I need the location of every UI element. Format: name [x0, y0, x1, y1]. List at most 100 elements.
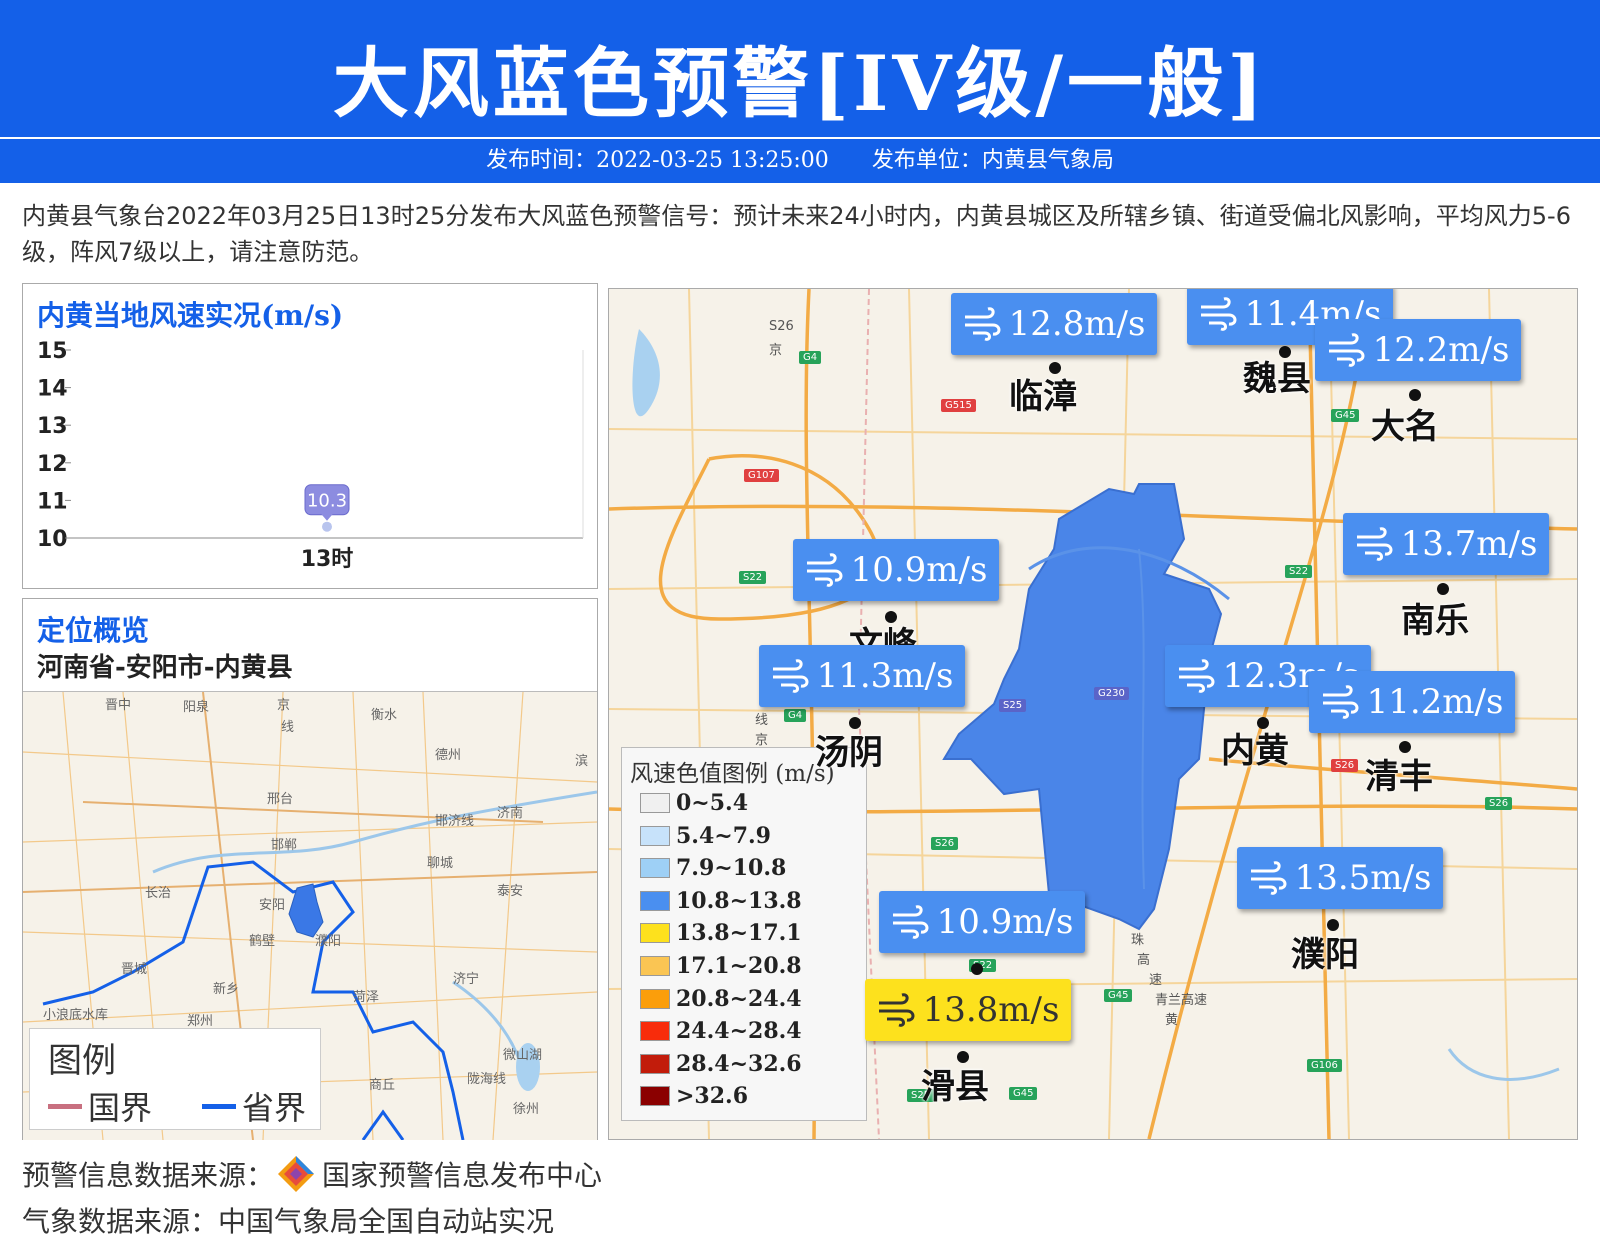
legend-item-province-border: 省界 [202, 1083, 306, 1129]
legend-label: 13.8~17.1 [676, 920, 802, 947]
legend-swatch [640, 923, 670, 944]
station-wind-value: 13.5m/s [1294, 858, 1432, 898]
station-city-label: 汤阴 [815, 733, 883, 773]
location-panel: 定位概览 河南省-安阳市-内黄县 晋中 阳泉 衡水 德州 邢台 邯郸 济南 聊城 长治 安阳鹤 [22, 598, 598, 1140]
wind-icon [806, 553, 843, 587]
wind-chart-panel: 内黄当地风速实况(m/s) 15 14 13 12 11 10 13时 10.3 [22, 283, 598, 589]
publish-time: 发布时间：2022-03-25 13:25:00 [486, 148, 829, 173]
road-label: 青兰高速 [1155, 993, 1208, 1008]
overview-map-label: 阳泉 [183, 700, 210, 715]
road-label: 珠 [1131, 933, 1145, 948]
legend-row: >32.6 [640, 1081, 748, 1111]
publish-info-bar: 发布时间：2022-03-25 13:25:00 发布单位：内黄县气象局 [0, 139, 1600, 183]
road-label: G45 [1104, 989, 1133, 1002]
overview-map-label: 晋城 [121, 962, 148, 977]
station-city-label: 南乐 [1401, 601, 1469, 641]
warning-source-org: 国家预警信息发布中心 [322, 1159, 603, 1192]
overview-map-label: 小浪底水库 [43, 1008, 109, 1023]
warning-description: 内黄县气象台2022年03月25日13时25分发布大风蓝色预警信号：预计未来24… [22, 202, 1571, 266]
station-wind-box[interactable]: 11.2m/s [1309, 671, 1515, 733]
station-wind-value: 11.2m/s [1366, 682, 1504, 722]
legend-row: 5.4~7.9 [640, 821, 771, 851]
wind-icon [878, 993, 915, 1027]
overview-map-label: 晋中 [105, 698, 132, 713]
legend-label: 7.9~10.8 [676, 855, 787, 882]
legend-row: 13.8~17.1 [640, 918, 802, 948]
legend-swatch [640, 1086, 670, 1107]
legend-swatch [640, 858, 670, 879]
legend-label: >32.6 [676, 1083, 749, 1110]
y-tick-label: 15 [37, 339, 68, 364]
legend-row: 24.4~28.4 [640, 1016, 802, 1046]
station-wind-value: 10.9m/s [936, 902, 1074, 942]
data-label-bubble: 10.3 [304, 484, 350, 521]
station-wind-value: 10.9m/s [850, 550, 988, 590]
road-label: S22 [739, 571, 767, 584]
y-tick-label: 11 [37, 489, 68, 514]
warning-title: 大风蓝色预警[IV级/一般] [332, 39, 1268, 128]
data-label-pointer [321, 513, 333, 521]
legend-swatch [640, 1053, 670, 1074]
overview-map-label: 徐州 [513, 1102, 540, 1117]
warning-source-label: 预警信息数据来源： [22, 1159, 275, 1192]
station-wind-box[interactable]: 13.8m/s [865, 979, 1071, 1041]
wind-map[interactable]: G4 G515 G107 G45 S22 S22 G4 S25 G230 S26 S26 S26 G45… [608, 288, 1578, 1140]
overview-map-label: 菏泽 [353, 990, 380, 1005]
province-border-label: 省界 [242, 1089, 307, 1127]
station-wind-box[interactable]: 12.2m/s [1315, 319, 1521, 381]
province-border-line [202, 1103, 236, 1109]
overview-map-label: 微山湖 [503, 1048, 543, 1063]
wind-icon [964, 307, 1001, 341]
wind-speed-legend: 风速色值图例 (m/s) 0~5.4 5.4~7.9 7.9~10.8 10.8~13… [621, 747, 867, 1121]
legend-label: 17.1~20.8 [676, 953, 802, 979]
road-label: S26 [769, 319, 794, 334]
legend-swatch [640, 956, 670, 976]
overview-map-label: 安阳 [259, 898, 286, 913]
overview-legend-title: 图例 [48, 1041, 116, 1081]
legend-row: 10.8~13.8 [640, 886, 802, 916]
overview-map-label: 德州 [435, 748, 462, 763]
data-label: 10.3 [307, 491, 347, 512]
station-wind-value: 12.2m/s [1372, 330, 1510, 370]
legend-label: 24.4~28.4 [676, 1018, 802, 1045]
overview-map-label: 陇海线 [467, 1072, 507, 1087]
road-label: S26 [1331, 759, 1359, 772]
warning-source: 预警信息数据来源： 国家预警信息发布中心 [22, 1154, 602, 1194]
header-bar: 大风蓝色预警[IV级/一般] [0, 0, 1600, 137]
station-wind-box[interactable]: 10.9m/s [879, 891, 1085, 953]
wind-icon [892, 905, 929, 939]
overview-map[interactable]: 晋中 阳泉 衡水 德州 邢台 邯郸 济南 聊城 长治 安阳 鹤壁 濮阳 泰安 晋城 新乡 济宁 郑州 菏泽 小浪底水… [23, 691, 597, 1140]
y-tick-label: 10 [37, 527, 68, 552]
station-wind-box[interactable]: 13.5m/s [1237, 847, 1443, 909]
road-label: G4 [784, 709, 807, 722]
road-label: S22 [1285, 565, 1313, 578]
station-wind-box[interactable]: 12.8m/s [951, 293, 1157, 355]
station-wind-value: 13.8m/s [922, 990, 1060, 1030]
legend-row: 20.8~24.4 [640, 984, 802, 1014]
road-label: 高 [1137, 953, 1151, 968]
overview-map-label: 商丘 [369, 1078, 396, 1093]
station-wind-box[interactable]: 10.9m/s [793, 539, 999, 601]
station-wind-box[interactable]: 13.7m/s [1343, 513, 1549, 575]
station-city-label: 濮阳 [1291, 935, 1359, 975]
y-tick-label: 14 [37, 377, 68, 402]
overview-map-label: 衡水 [371, 708, 398, 723]
legend-swatch [640, 793, 670, 813]
data-point [322, 521, 332, 532]
overview-map-label: 邯郸 [271, 838, 298, 853]
overview-map-label: 线 [281, 720, 295, 735]
road-label: S25 [999, 699, 1027, 712]
legend-label: 5.4~7.9 [676, 822, 771, 849]
road-label: G515 [941, 399, 976, 412]
road-label: 黄 [1165, 1013, 1179, 1028]
station-city-label: 临漳 [1009, 377, 1077, 417]
overview-map-label: 聊城 [427, 856, 454, 871]
station-city-label: 滑县 [921, 1067, 989, 1107]
legend-swatch [640, 1021, 670, 1042]
station-wind-box[interactable]: 11.3m/s [759, 645, 965, 707]
road-label: 线 [755, 713, 769, 728]
road-label: G107 [744, 469, 779, 482]
road-label: G230 [1094, 687, 1129, 700]
legend-title: 风速色值图例 (m/s) [630, 761, 835, 787]
road-label: G4 [799, 351, 822, 364]
